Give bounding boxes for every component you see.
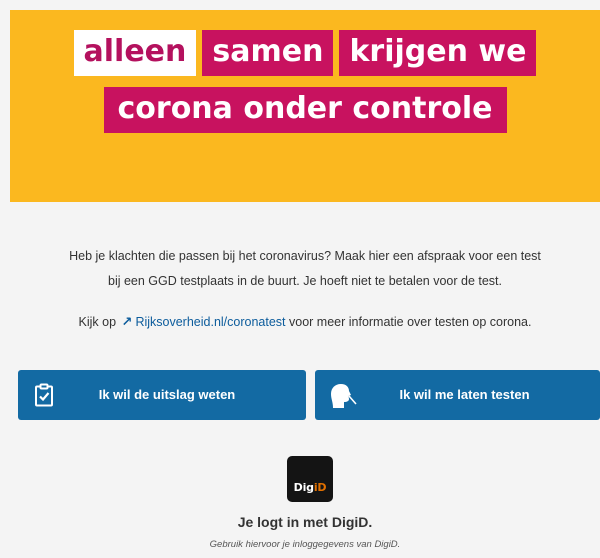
intro-line-2: bij een GGD testplaats in de buurt. Je h… xyxy=(108,274,502,288)
hero-banner: alleen samen krijgen we corona onder con… xyxy=(10,10,600,202)
slogan-word-alleen: alleen xyxy=(73,30,197,76)
digid-logo: DigiD xyxy=(287,456,333,502)
more-info-suffix: voor meer informatie over testen op coro… xyxy=(289,315,532,329)
digid-logo-prefix: Dig xyxy=(293,481,314,494)
external-arrow-icon: ↗ xyxy=(121,314,133,329)
login-subtitle: Gebruik hiervoor je inloggegevens van Di… xyxy=(209,539,401,550)
test-button[interactable]: Ik wil me laten testen xyxy=(315,370,600,420)
slogan-line-1: alleen samen krijgen we xyxy=(10,30,600,76)
digid-logo-text: DigiD xyxy=(294,481,327,494)
slogan-word-corona-onder-controle: corona onder controle xyxy=(103,87,507,133)
page: alleen samen krijgen we corona onder con… xyxy=(0,0,600,558)
slogan-line-2: corona onder controle xyxy=(10,87,600,133)
slogan-word-krijgen-we: krijgen we xyxy=(339,30,537,76)
digid-logo-suffix: iD xyxy=(313,481,327,494)
test-button-label: Ik wil me laten testen xyxy=(399,387,530,402)
intro-text: Heb je klachten die passen bij het coron… xyxy=(10,244,600,294)
rijksoverheid-link[interactable]: Rijksoverheid.nl/coronatest xyxy=(135,315,285,329)
more-info-prefix: Kijk op xyxy=(78,315,117,329)
login-title: Je logt in met DigiD. xyxy=(237,514,373,530)
slogan-word-samen: samen xyxy=(202,30,334,76)
intro-line-1: Heb je klachten die passen bij het coron… xyxy=(69,249,541,263)
result-button[interactable]: Ik wil de uitslag weten xyxy=(18,370,306,420)
more-info-text: Kijk op ↗ Rijksoverheid.nl/coronatest voo… xyxy=(10,314,600,330)
result-button-label: Ik wil de uitslag weten xyxy=(98,387,236,402)
main-content: Heb je klachten die passen bij het coron… xyxy=(10,202,600,558)
